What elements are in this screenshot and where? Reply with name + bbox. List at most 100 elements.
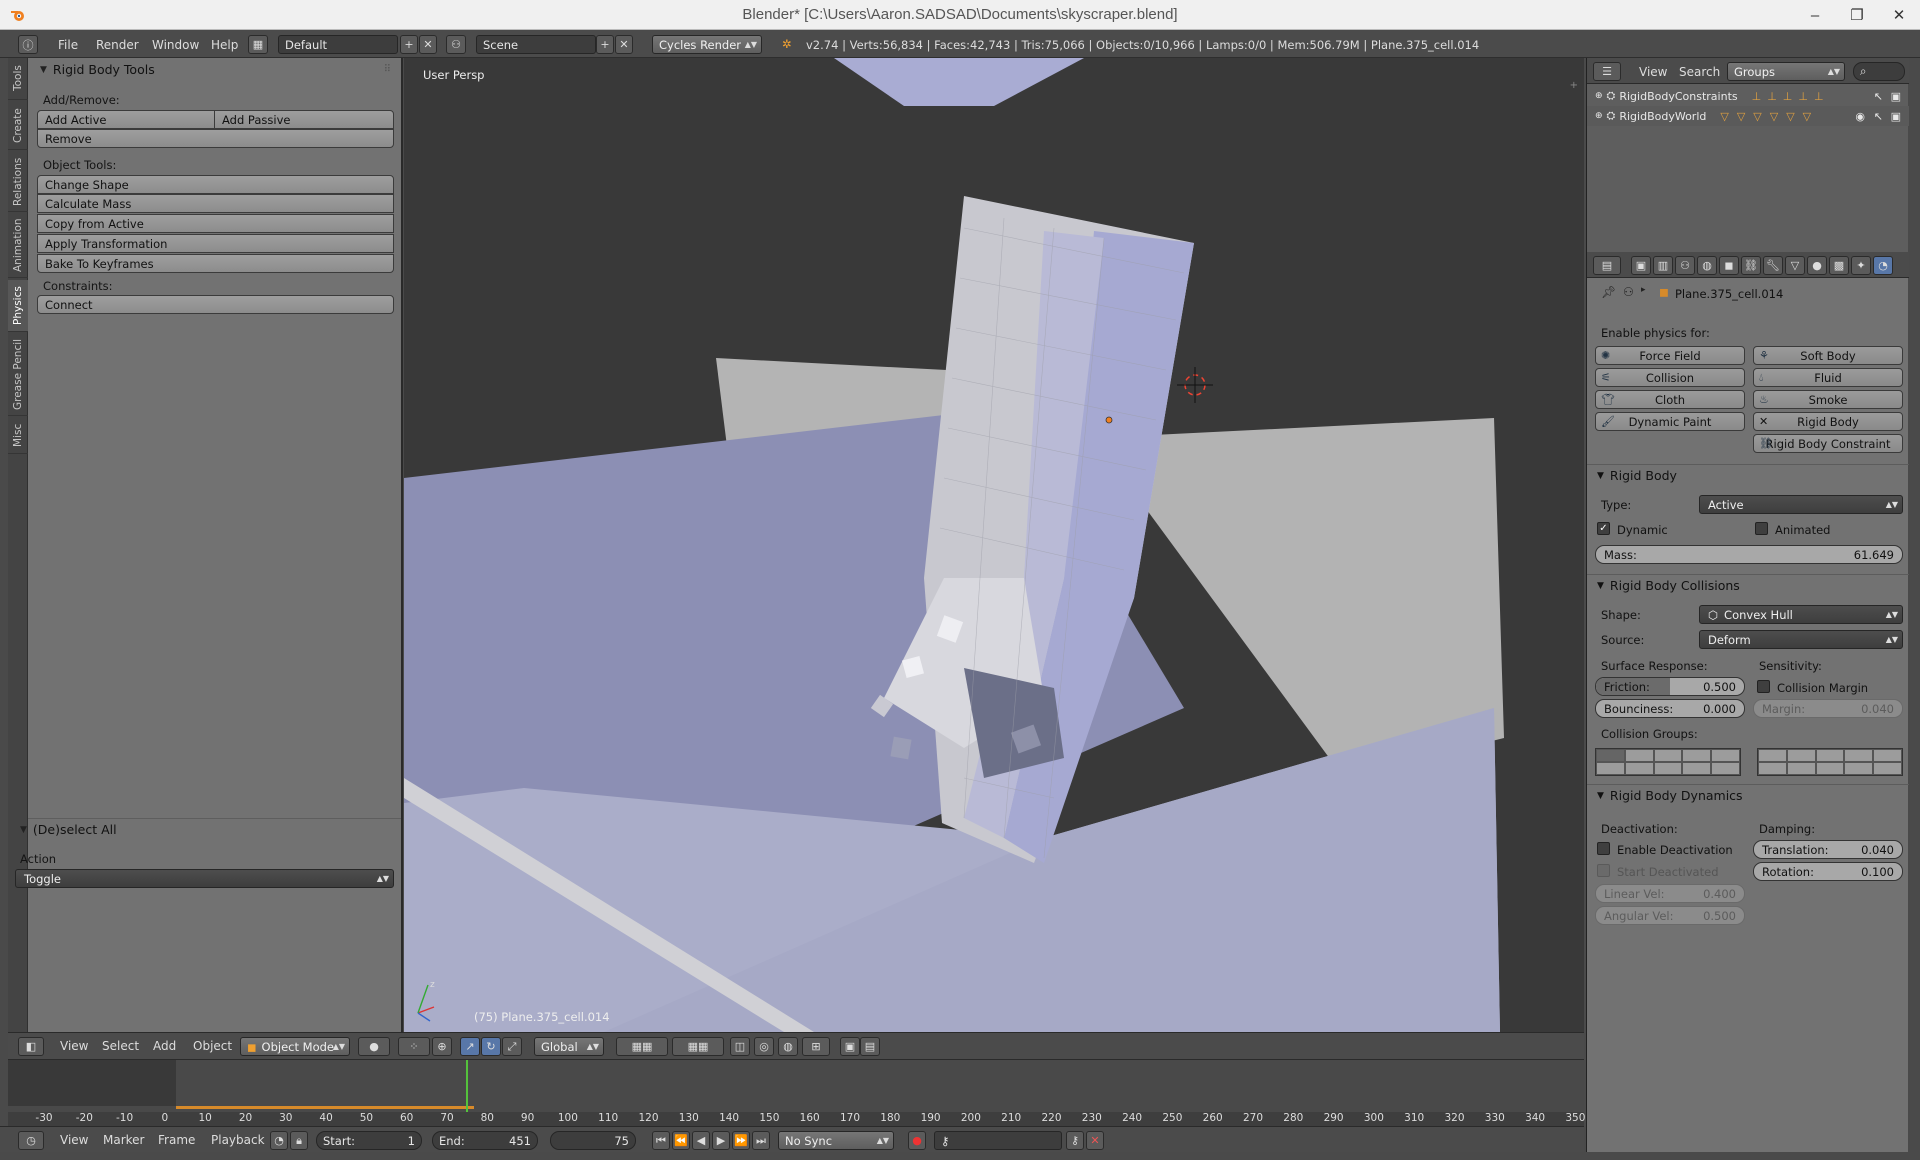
smoke-button[interactable]: ♨ Smoke — [1753, 390, 1903, 409]
rotation-damping-field[interactable]: Rotation: 0.100 — [1753, 862, 1903, 881]
cursor-icon[interactable]: ↖ — [1874, 110, 1883, 123]
menu-search[interactable]: Search — [1679, 65, 1720, 79]
collision-group-cell[interactable] — [1844, 762, 1874, 775]
calculate-mass-button[interactable]: Calculate Mass — [37, 194, 394, 213]
source-dropdown[interactable]: Deform ▲▼ — [1699, 630, 1903, 649]
editor-type-3d-button[interactable]: ◧ — [18, 1037, 44, 1056]
menu-file[interactable]: File — [58, 38, 78, 52]
translation-damping-field[interactable]: Translation: 0.040 — [1753, 840, 1903, 859]
tab-relations[interactable]: Relations — [8, 152, 28, 212]
menu-marker[interactable]: Marker — [103, 1133, 144, 1147]
jump-start-button[interactable]: ⏮ — [652, 1131, 670, 1150]
collision-group-cell[interactable] — [1711, 762, 1740, 775]
material-tab-icon[interactable]: ● — [1807, 256, 1827, 275]
3d-viewport[interactable]: z User Persp (75) Plane.375_cell.014 + — [404, 58, 1584, 1032]
lock-layers-button[interactable]: ◫ — [730, 1037, 750, 1056]
object-tab-icon[interactable]: ◼ — [1719, 256, 1739, 275]
preview-range-toggle[interactable]: ◔ — [270, 1131, 288, 1150]
translate-manipulator[interactable]: ↗ — [460, 1037, 480, 1056]
screen-layout-field[interactable]: Default — [278, 35, 398, 54]
collision-group-cell[interactable] — [1873, 749, 1902, 762]
collision-group-cell[interactable] — [1815, 762, 1845, 775]
collision-group-cell[interactable] — [1815, 749, 1845, 762]
collision-group-cell[interactable] — [1682, 762, 1712, 775]
world-tab-icon[interactable]: ◍ — [1697, 256, 1717, 275]
delete-keyframe-button[interactable]: ✕ — [1086, 1131, 1104, 1150]
shading-dropdown[interactable]: ● — [358, 1037, 390, 1056]
jump-keyframe-forward-button[interactable]: ⏩ — [732, 1131, 750, 1150]
collision-group-cell[interactable] — [1596, 749, 1625, 762]
collision-group-cell[interactable] — [1624, 749, 1654, 762]
dynamic-checkbox[interactable]: ✓ — [1597, 522, 1610, 535]
add-layout-button[interactable]: + — [400, 35, 418, 54]
force-field-button[interactable]: ✺ Force Field — [1595, 346, 1745, 365]
collision-group-cell[interactable] — [1682, 749, 1712, 762]
scene-button[interactable]: ⚇ — [446, 35, 466, 54]
tab-create[interactable]: Create — [8, 102, 28, 150]
add-scene-button[interactable]: + — [596, 35, 614, 54]
drag-handle-icon[interactable]: ⠿ — [384, 64, 391, 75]
menu-view[interactable]: View — [1639, 65, 1667, 79]
rigid-body-remove-button[interactable]: ✕ Rigid Body — [1753, 412, 1903, 431]
friction-field[interactable]: Friction: 0.500 — [1595, 677, 1745, 696]
tab-tools[interactable]: Tools — [8, 58, 28, 100]
start-frame-field[interactable]: Start: 1 — [316, 1131, 422, 1150]
soft-body-button[interactable]: ⚘ Soft Body — [1753, 346, 1903, 365]
add-active-button[interactable]: Add Active — [37, 110, 215, 129]
fluid-button[interactable]: 💧︎ Fluid — [1753, 368, 1903, 387]
shape-dropdown[interactable]: ⬡ Convex Hull ▲▼ — [1699, 605, 1903, 624]
play-button[interactable]: ▶ — [712, 1131, 730, 1150]
data-tab-icon[interactable]: ▽ — [1785, 256, 1805, 275]
add-passive-button[interactable]: Add Passive — [214, 110, 394, 129]
cursor-icon[interactable]: ↖ — [1874, 90, 1883, 103]
action-dropdown[interactable]: Toggle ▲▼ — [15, 869, 394, 888]
collision-groups-grid-right[interactable] — [1757, 748, 1903, 776]
menu-frame[interactable]: Frame — [158, 1133, 195, 1147]
screen-layout-button[interactable]: ▦ — [248, 35, 268, 54]
menu-view[interactable]: View — [60, 1133, 88, 1147]
expand-icon[interactable]: ⊕ — [1595, 91, 1603, 101]
apply-transformation-button[interactable]: Apply Transformation — [37, 234, 394, 253]
collision-group-cell[interactable] — [1873, 762, 1902, 775]
opengl-anim-button[interactable]: ▤ — [860, 1037, 880, 1056]
tab-animation[interactable]: Animation — [8, 214, 28, 278]
delete-scene-button[interactable]: ✕ — [615, 35, 633, 54]
snap-toggle[interactable]: ◍ — [778, 1037, 798, 1056]
bake-to-keyframes-button[interactable]: Bake To Keyframes — [37, 254, 394, 273]
margin-field[interactable]: Margin: 0.040 — [1753, 699, 1903, 718]
scene-tab-icon[interactable]: ⚇ — [1675, 256, 1695, 275]
mode-dropdown[interactable]: ◼ Object Mode ▲▼ — [240, 1037, 350, 1056]
pivot-dropdown[interactable]: ⁘ — [398, 1037, 430, 1056]
expand-icon[interactable]: ⊕ — [1595, 111, 1603, 121]
dynamic-paint-button[interactable]: 🖌︎ Dynamic Paint — [1595, 412, 1745, 431]
orientation-dropdown[interactable]: Global ▲▼ — [534, 1037, 604, 1056]
enable-deactivation-checkbox[interactable] — [1597, 842, 1610, 855]
editor-type-outliner-button[interactable]: ☰ — [1593, 62, 1621, 81]
render-engine-dropdown[interactable]: Cycles Render ▲▼ — [652, 35, 762, 54]
menu-playback[interactable]: Playback — [211, 1133, 265, 1147]
angular-velocity-field[interactable]: Angular Vel: 0.500 — [1595, 906, 1745, 925]
tab-grease-pencil[interactable]: Grease Pencil — [8, 334, 28, 416]
connect-button[interactable]: Connect — [37, 295, 394, 314]
menu-view[interactable]: View — [60, 1039, 88, 1053]
rigid-body-constraint-button[interactable]: ⛓ Rigid Body Constraint — [1753, 434, 1903, 453]
render-tab-icon[interactable]: ▣ — [1631, 256, 1651, 275]
layers-grid-2[interactable]: ▦▦ — [672, 1037, 724, 1056]
delete-layout-button[interactable]: ✕ — [419, 35, 437, 54]
tab-misc[interactable]: Misc — [8, 418, 28, 454]
collision-group-cell[interactable] — [1624, 762, 1654, 775]
particles-tab-icon[interactable]: ✦ — [1851, 256, 1871, 275]
collision-group-cell[interactable] — [1758, 762, 1787, 775]
texture-tab-icon[interactable]: ▩ — [1829, 256, 1849, 275]
outliner-row-world[interactable]: ⊕ ⛭ RigidBodyWorld ▽▽▽▽▽▽ ◉ ↖ ▣ — [1587, 106, 1909, 126]
jump-keyframe-back-button[interactable]: ⏪ — [672, 1131, 690, 1150]
collision-group-cell[interactable] — [1844, 749, 1874, 762]
deselect-all-header[interactable]: ▼ (De)select All — [20, 822, 117, 837]
insert-keyframe-button[interactable]: ⚷ — [1066, 1131, 1084, 1150]
start-deactivated-checkbox[interactable] — [1597, 864, 1610, 877]
jump-end-button[interactable]: ⏭ — [752, 1131, 770, 1150]
editor-type-info-button[interactable]: ⓘ — [18, 35, 38, 54]
collision-margin-checkbox[interactable] — [1757, 680, 1770, 693]
pin-icon[interactable]: 📌︎ — [1601, 285, 1616, 299]
menu-object[interactable]: Object — [193, 1039, 232, 1053]
